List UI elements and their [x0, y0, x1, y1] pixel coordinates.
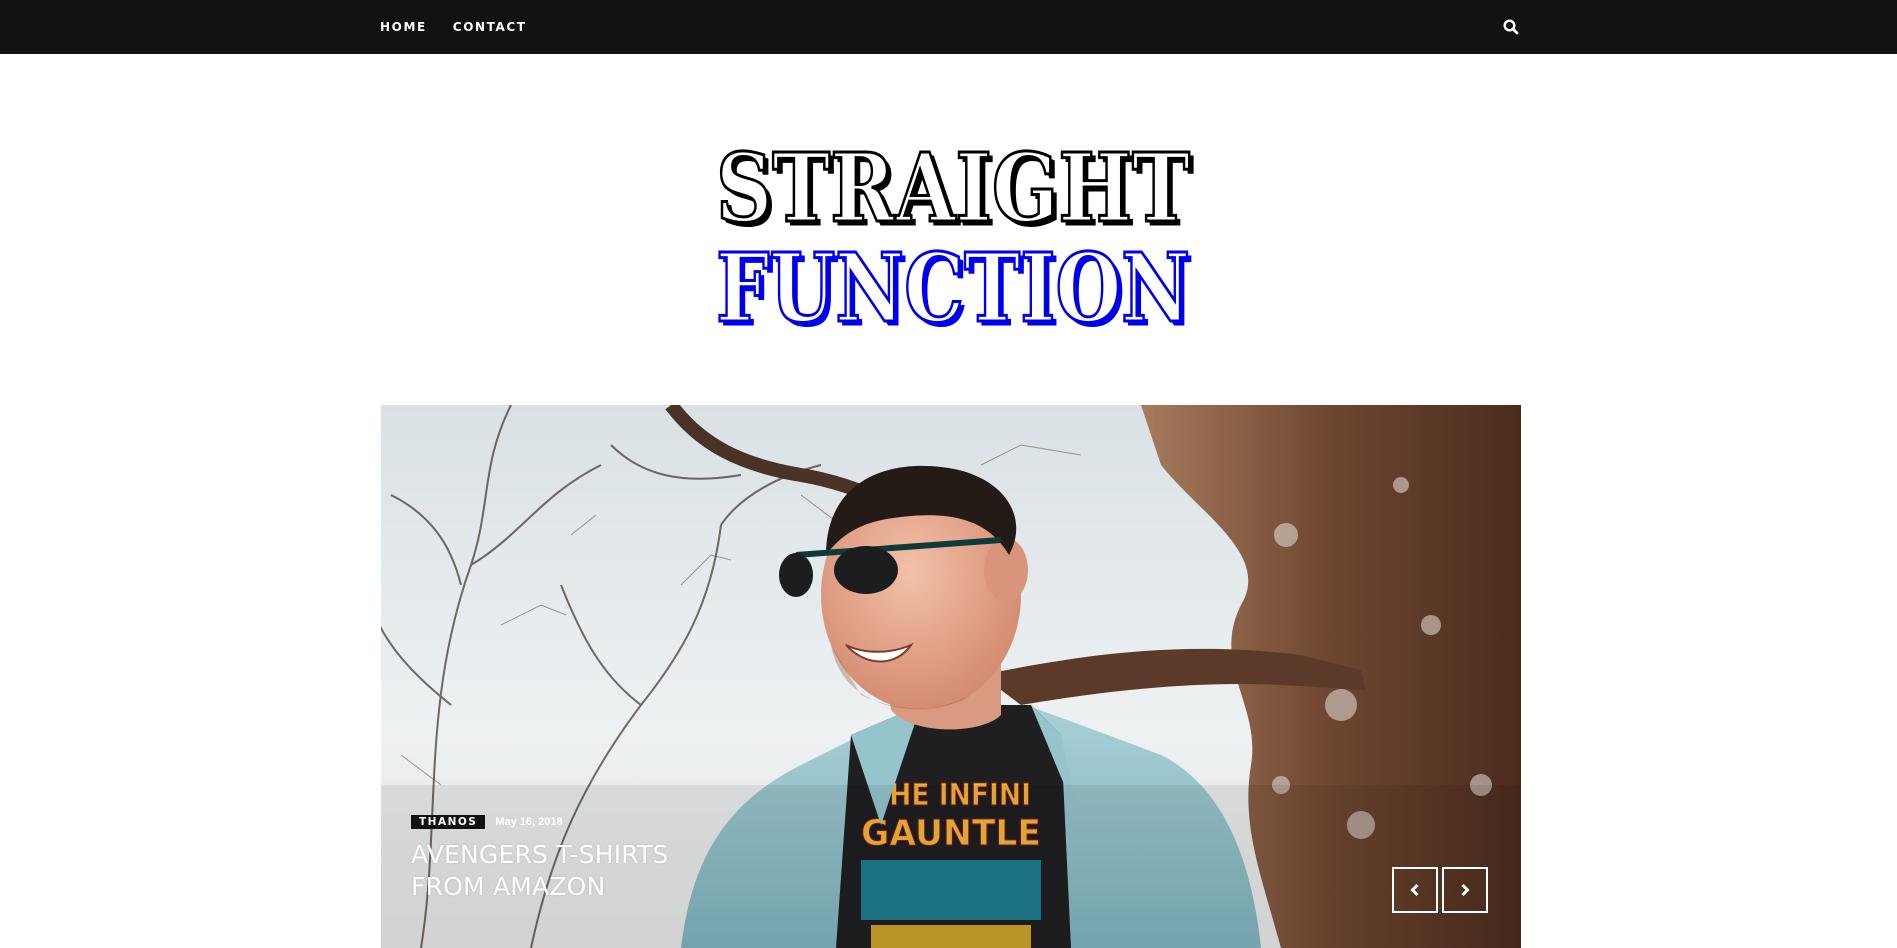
slide-caption: THANOS May 16, 2018 AVENGERS T-SHIRTS FR… — [411, 815, 741, 903]
post-title-link[interactable]: AVENGERS T-SHIRTS FROM AMAZON — [411, 839, 741, 903]
slider-prev-button[interactable] — [1392, 867, 1438, 913]
post-date: May 16, 2018 — [495, 816, 563, 828]
top-navigation-bar: HOME CONTACT — [0, 0, 1897, 54]
post-meta: THANOS May 16, 2018 — [411, 815, 741, 829]
site-logo[interactable]: STRAIGHT STRAIGHT FUNCTION FUNCTION — [708, 128, 1195, 329]
slider-next-button[interactable] — [1442, 867, 1488, 913]
logo-line-function-face: FUNCTION — [716, 233, 1190, 328]
search-icon[interactable] — [1502, 18, 1520, 36]
featured-post-slider: THE INFINI GAUNTLE THANOS May 16, 2018 A… — [381, 405, 1521, 948]
chevron-left-icon — [1410, 883, 1419, 897]
category-badge[interactable]: THANOS — [411, 815, 486, 829]
main-menu: HOME CONTACT — [380, 0, 527, 54]
nav-item-contact[interactable]: CONTACT — [453, 20, 527, 34]
nav-item-home[interactable]: HOME — [380, 20, 427, 34]
logo-line-straight-face: STRAIGHT — [716, 133, 1190, 244]
chevron-right-icon — [1461, 883, 1470, 897]
